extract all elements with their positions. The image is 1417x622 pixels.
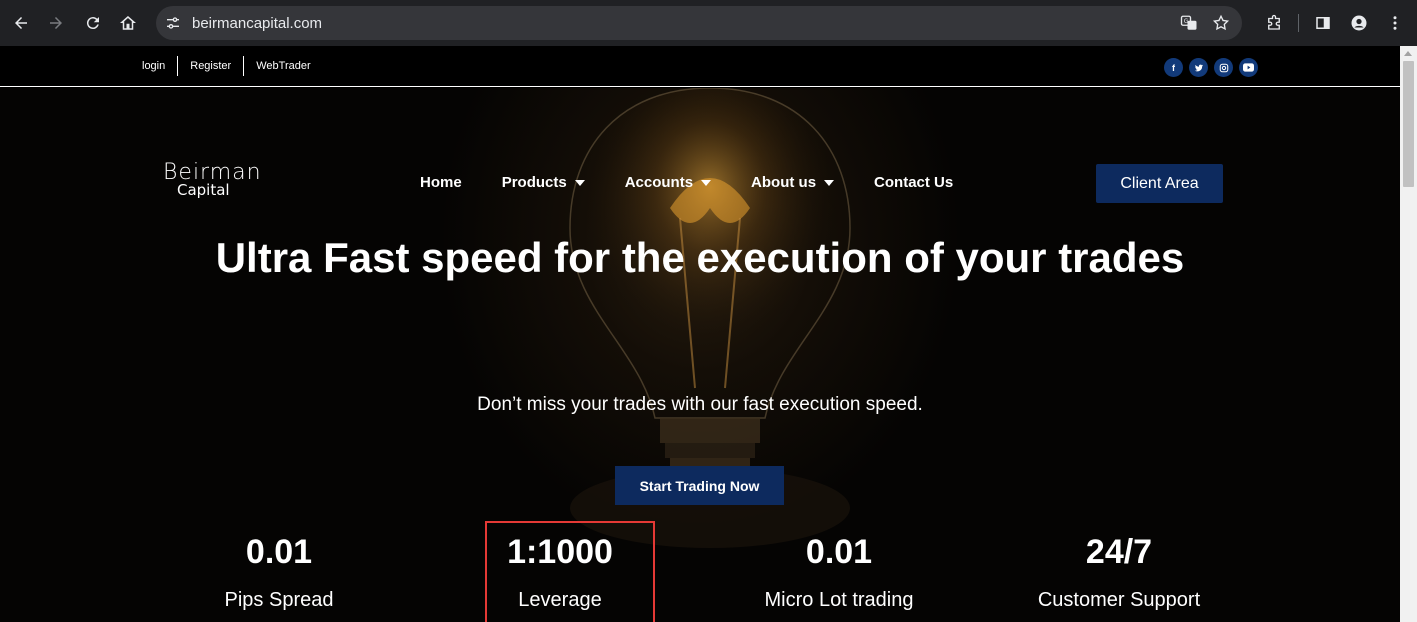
back-arrow-icon: [15, 17, 27, 29]
forward-arrow-icon: [50, 17, 62, 29]
nav-item-about-us[interactable]: About us: [751, 174, 835, 191]
main-navigation: Home Products Accounts About us Contact …: [420, 174, 993, 191]
register-link[interactable]: Register: [178, 56, 243, 76]
webtrader-link[interactable]: WebTrader: [244, 56, 322, 76]
hero-section: Beirman Capital Home Products Accounts A…: [0, 88, 1400, 622]
nav-item-accounts[interactable]: Accounts: [624, 174, 712, 191]
home-icon: [120, 16, 136, 30]
kebab-menu-icon: [1393, 16, 1397, 30]
stat-micro-lot: 0.01 Micro Lot trading: [709, 533, 969, 612]
profile-button[interactable]: [1341, 7, 1377, 39]
reload-icon: [86, 17, 99, 30]
caret-down-icon: [824, 179, 835, 186]
beirman-capital-logo[interactable]: Beirman Capital: [163, 160, 262, 199]
nav-item-home[interactable]: Home: [420, 174, 462, 191]
svg-text:G: G: [1184, 18, 1189, 25]
caret-down-icon: [701, 179, 712, 186]
nav-item-label: Products: [501, 174, 567, 191]
twitter-icon[interactable]: [1189, 58, 1208, 77]
profile-icon: [1351, 15, 1367, 31]
page-scrollbar[interactable]: [1400, 46, 1417, 622]
nav-item-products[interactable]: Products: [502, 174, 585, 191]
scrollbar-thumb[interactable]: [1403, 61, 1414, 187]
bookmark-star-icon[interactable]: [1212, 14, 1230, 32]
login-link[interactable]: login: [130, 56, 177, 76]
hero-subline: Don’t miss your trades with our fast exe…: [477, 394, 923, 415]
toolbar-divider: [1298, 14, 1299, 32]
web-page: login Register WebTrader f Beirman Capit…: [0, 46, 1400, 622]
translate-icon[interactable]: G: [1180, 14, 1198, 32]
back-button[interactable]: [5, 7, 37, 39]
forward-button[interactable]: [40, 7, 72, 39]
facebook-icon[interactable]: f: [1164, 58, 1183, 77]
nav-item-label: About us: [751, 174, 817, 191]
url-text[interactable]: beirmancapital.com: [192, 15, 322, 32]
account-links: login Register WebTrader: [130, 55, 323, 77]
stat-value: 0.01: [245, 533, 313, 571]
tune-icon: [167, 17, 179, 29]
nav-item-contact-us[interactable]: Contact Us: [874, 174, 953, 191]
scroll-up-icon[interactable]: [1404, 51, 1412, 56]
highlight-box: [485, 521, 655, 622]
social-links: f: [1164, 58, 1258, 77]
stat-customer-support: 24/7 Customer Support: [989, 533, 1249, 612]
top-utility-bar: login Register WebTrader f: [0, 46, 1400, 87]
stat-pips-spread: 0.01 Pips Spread: [149, 533, 409, 612]
puzzle-icon: [1268, 14, 1280, 30]
youtube-icon[interactable]: [1239, 58, 1258, 77]
stat-value: 24/7: [1085, 533, 1153, 571]
nav-item-label: Home: [420, 174, 462, 191]
stat-label: Pips Spread: [224, 589, 334, 611]
browser-toolbar: beirmancapital.com G: [0, 0, 1417, 46]
home-button[interactable]: [112, 7, 144, 39]
hero-headline: Ultra Fast speed for the execution of yo…: [215, 234, 1185, 281]
nav-item-label: Accounts: [624, 174, 694, 191]
stat-value: 0.01: [805, 533, 873, 571]
address-bar[interactable]: beirmancapital.com G: [156, 6, 1242, 40]
reload-button[interactable]: [77, 7, 109, 39]
side-panel-button[interactable]: [1305, 7, 1341, 39]
instagram-icon[interactable]: [1214, 58, 1233, 77]
menu-button[interactable]: [1377, 7, 1413, 39]
nav-item-label: Contact Us: [874, 174, 954, 191]
client-area-button[interactable]: Client Area: [1096, 164, 1223, 203]
extensions-button[interactable]: [1256, 7, 1292, 39]
stat-label: Customer Support: [1037, 589, 1201, 611]
stat-label: Micro Lot trading: [764, 589, 914, 611]
caret-down-icon: [574, 179, 585, 186]
site-info-button[interactable]: [158, 8, 188, 38]
side-panel-icon: [1316, 17, 1330, 29]
start-trading-button[interactable]: Start Trading Now: [615, 466, 784, 505]
